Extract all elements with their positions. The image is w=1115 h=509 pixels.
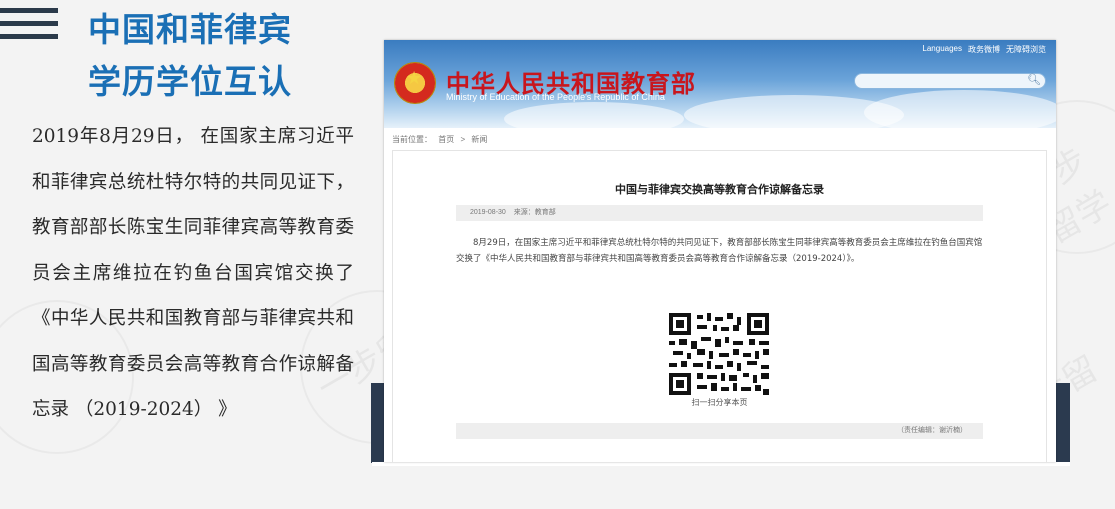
editor-bar: （责任编辑：谢沂楠） xyxy=(456,423,983,439)
search-icon[interactable]: 🔍︎ xyxy=(1027,73,1041,86)
site-banner: 中华人民共和国教育部 Ministry of Education of the … xyxy=(384,40,1056,136)
divider xyxy=(372,462,1070,466)
website-screenshot: 中华人民共和国教育部 Ministry of Education of the … xyxy=(384,40,1056,462)
article-paragraph: 8月29日，在国家主席习近平和菲律宾总统杜特尔特的共同见证下，教育部部长陈宝生同… xyxy=(456,238,983,264)
breadcrumb: 当前位置： 首页 > 新闻 xyxy=(392,134,491,145)
body-paragraph: 2019年8月29日， 在国家主席习近平和菲律宾总统杜特尔特的共同见证下， 教育… xyxy=(32,126,354,420)
article-title: 中国与菲律宾交换高等教育合作谅解备忘录 xyxy=(615,183,824,196)
site-name-en: Ministry of Education of the People's Re… xyxy=(446,92,665,102)
search-input[interactable]: 🔍︎ xyxy=(854,73,1046,89)
national-emblem-icon xyxy=(394,62,436,104)
breadcrumb-label: 当前位置： xyxy=(392,135,432,144)
title-line-1: 中国和菲律宾 xyxy=(88,10,292,49)
breadcrumb-news[interactable]: 新闻 xyxy=(471,135,487,144)
breadcrumb-separator: > xyxy=(460,135,466,144)
link-languages[interactable]: Languages xyxy=(922,44,962,55)
article: 中国与菲律宾交换高等教育合作谅解备忘录 2019-08-30 来源：教育部 8月… xyxy=(392,150,1047,462)
breadcrumb-home[interactable]: 首页 xyxy=(438,135,454,144)
link-accessibility[interactable]: 无障碍浏览 xyxy=(1006,44,1046,55)
article-date: 2019-08-30 xyxy=(470,209,506,216)
qr-caption: 扫一扫分享本页 xyxy=(691,398,748,407)
link-weibo[interactable]: 政务微博 xyxy=(968,44,1000,55)
article-meta: 2019-08-30 来源：教育部 xyxy=(456,205,983,221)
title-line-2: 学历学位互认 xyxy=(88,62,292,101)
qr-code-icon xyxy=(669,313,769,395)
page-title: 中国和菲律宾 学历学位互认 xyxy=(88,4,292,108)
top-links: Languages 政务微博 无障碍浏览 xyxy=(922,44,1046,55)
article-source: 来源：教育部 xyxy=(513,209,556,216)
editor-credit: （责任编辑：谢沂楠） xyxy=(897,427,967,434)
menu-icon[interactable] xyxy=(0,8,58,47)
